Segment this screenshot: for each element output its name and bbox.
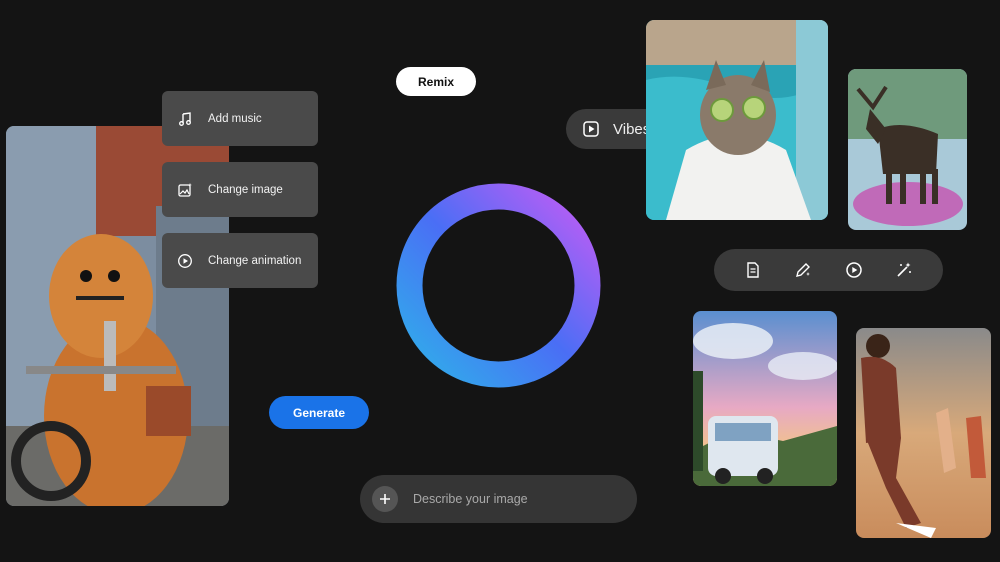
play-circle-icon[interactable] [843,259,865,281]
soccer-players-image[interactable] [856,328,991,538]
moose-on-platform-image[interactable] [848,69,967,230]
magic-wand-icon[interactable] [893,259,915,281]
pencil-sparkle-icon[interactable] [792,259,814,281]
prompt-bar [360,475,637,523]
change-image-label: Change image [208,183,283,196]
add-music-label: Add music [208,112,262,125]
change-animation-button[interactable]: Change animation [162,233,318,288]
change-image-button[interactable]: Change image [162,162,318,217]
add-music-button[interactable]: Add music [162,91,318,146]
play-square-icon [583,121,599,137]
edit-toolbar [714,249,943,291]
anime-van-sunset-image[interactable] [693,311,837,486]
remix-button[interactable]: Remix [396,67,476,96]
generate-button[interactable]: Generate [269,396,369,429]
describe-image-input[interactable] [411,491,615,507]
document-icon[interactable] [742,259,764,281]
vibes-label: Vibes [613,120,651,138]
plus-icon[interactable] [372,486,398,512]
loading-ring [396,183,601,388]
music-note-icon [176,110,194,128]
play-circle-icon [176,252,194,270]
change-animation-label: Change animation [208,254,302,267]
cat-cucumber-eyes-image[interactable] [646,20,828,220]
image-edit-icon [176,181,194,199]
